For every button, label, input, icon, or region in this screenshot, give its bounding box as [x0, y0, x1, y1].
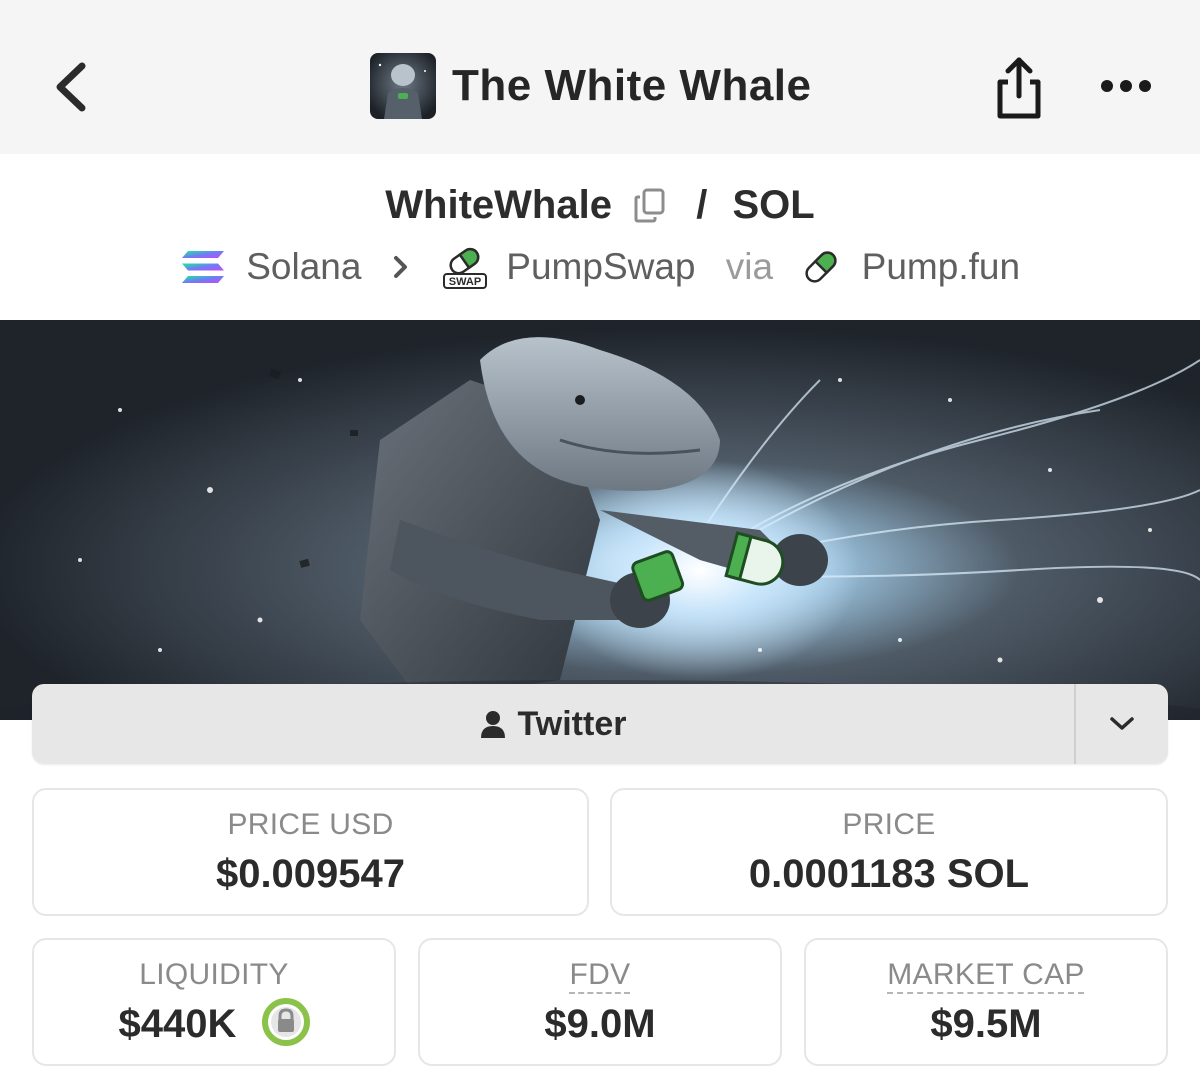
person-icon — [480, 711, 505, 738]
market-cap-value: $9.5M — [930, 1002, 1042, 1046]
back-button[interactable] — [48, 58, 96, 116]
twitter-label: Twitter — [517, 704, 627, 743]
social-dropdown-button[interactable] — [1076, 684, 1168, 764]
pumpfun-pill-icon — [805, 251, 838, 283]
dex-link[interactable]: PumpSwap — [506, 246, 695, 288]
launchpad-link[interactable]: Pump.fun — [862, 246, 1020, 288]
pair-heading: WhiteWhale / SOL — [0, 181, 1200, 228]
lock-icon[interactable] — [261, 998, 310, 1047]
base-token-symbol: WhiteWhale — [385, 182, 612, 227]
pumpswap-icon: SWAP — [443, 248, 488, 290]
price-native-value: 0.0001183 SOL — [748, 852, 1030, 896]
quote-token-symbol: SOL — [732, 182, 815, 227]
fdv-value: $9.0M — [544, 1002, 656, 1046]
price-usd-label: PRICE USD — [227, 808, 394, 841]
liquidity-value-row: $440K — [34, 998, 394, 1047]
fdv-card[interactable]: FDV $9.0M — [418, 938, 782, 1066]
market-cap-label: MARKET CAP — [887, 958, 1085, 991]
price-native-label: PRICE — [842, 808, 936, 841]
copy-icon[interactable] — [633, 187, 667, 223]
social-links-bar: Twitter — [32, 684, 1168, 764]
market-cap-card[interactable]: MARKET CAP $9.5M — [804, 938, 1168, 1066]
via-label: via — [725, 246, 774, 288]
liquidity-label: LIQUIDITY — [139, 958, 289, 991]
token-title: The White Whale — [370, 53, 812, 119]
price-native-card: PRICE 0.0001183 SOL — [610, 788, 1168, 916]
swap-badge-text: SWAP — [449, 276, 481, 288]
price-usd-card: PRICE USD $0.009547 — [32, 788, 589, 916]
chevron-left-icon — [56, 62, 86, 112]
more-button[interactable] — [1098, 68, 1154, 104]
liquidity-value: $440K — [118, 1002, 237, 1046]
token-banner-image — [0, 320, 1200, 720]
page-title: The White Whale — [452, 61, 812, 110]
share-button[interactable] — [994, 54, 1044, 120]
pair-separator: / — [696, 182, 708, 227]
chevron-right-icon — [393, 256, 407, 279]
fdv-label: FDV — [569, 958, 631, 991]
solana-icon — [181, 251, 224, 284]
liquidity-card: LIQUIDITY $440K — [32, 938, 396, 1066]
twitter-button[interactable]: Twitter — [32, 684, 1074, 764]
more-horizontal-icon — [1101, 80, 1151, 92]
breadcrumb: Solana SWAP PumpSwap via Pump.fun — [0, 244, 1200, 290]
share-icon — [997, 57, 1041, 119]
price-usd-value: $0.009547 — [215, 852, 406, 896]
chevron-down-icon — [1110, 717, 1134, 730]
top-bar: The White Whale — [0, 0, 1200, 154]
token-avatar — [370, 53, 436, 119]
chain-link[interactable]: Solana — [246, 246, 361, 288]
